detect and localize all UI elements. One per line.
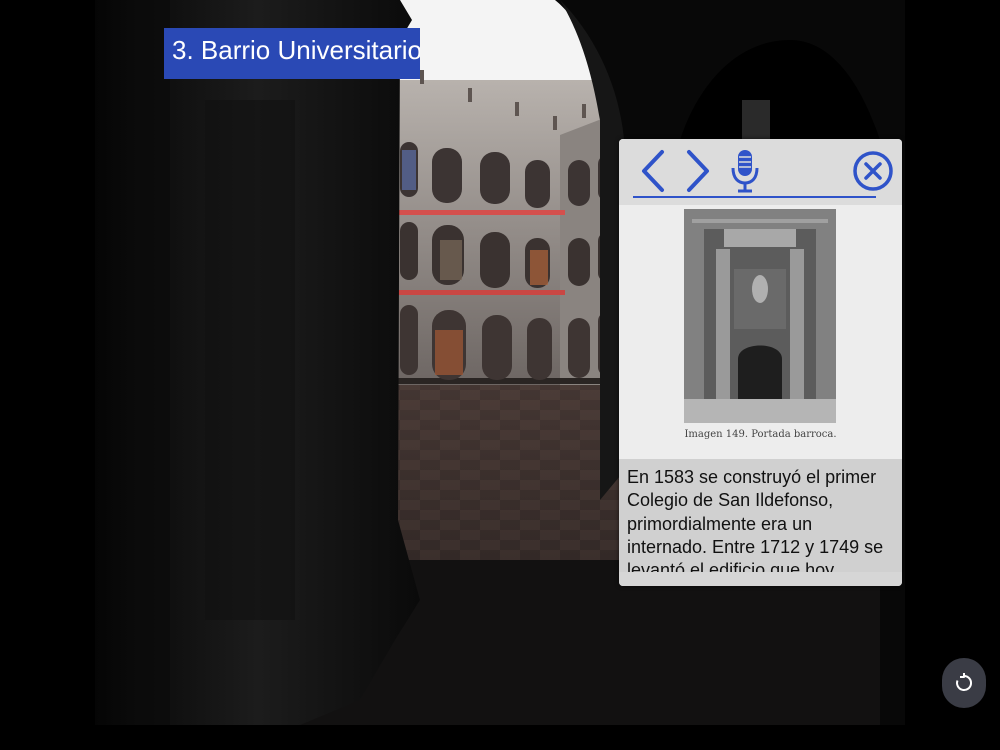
chevron-right-icon [687,150,709,192]
panel-footer [619,572,902,586]
location-title: 3. Barrio Universitario [164,28,420,79]
close-button[interactable] [851,147,895,195]
microphone-button[interactable] [723,147,767,195]
next-button[interactable] [676,147,720,195]
microphone-icon [731,150,759,193]
panel-image-area: Imagen 149. Portada barroca. [619,205,902,459]
previous-button[interactable] [631,147,675,195]
info-panel: Imagen 149. Portada barroca. En 1583 se … [619,139,902,586]
panel-toolbar [619,139,902,205]
reset-rotate-icon [956,673,973,691]
image-caption: Imagen 149. Portada barroca. [684,429,837,440]
chevron-left-icon [642,150,664,192]
baroque-portal-illustration [684,209,836,423]
toolbar-divider [633,196,876,198]
reset-view-button[interactable] [942,658,986,708]
close-circle-icon [853,151,893,191]
baroque-portal-photo [684,209,836,423]
panel-description[interactable]: En 1583 se construyó el primer Colegio d… [619,459,902,572]
vr-tour-view[interactable]: 3. Barrio Universitario Imagen 149. Port… [0,0,1000,750]
